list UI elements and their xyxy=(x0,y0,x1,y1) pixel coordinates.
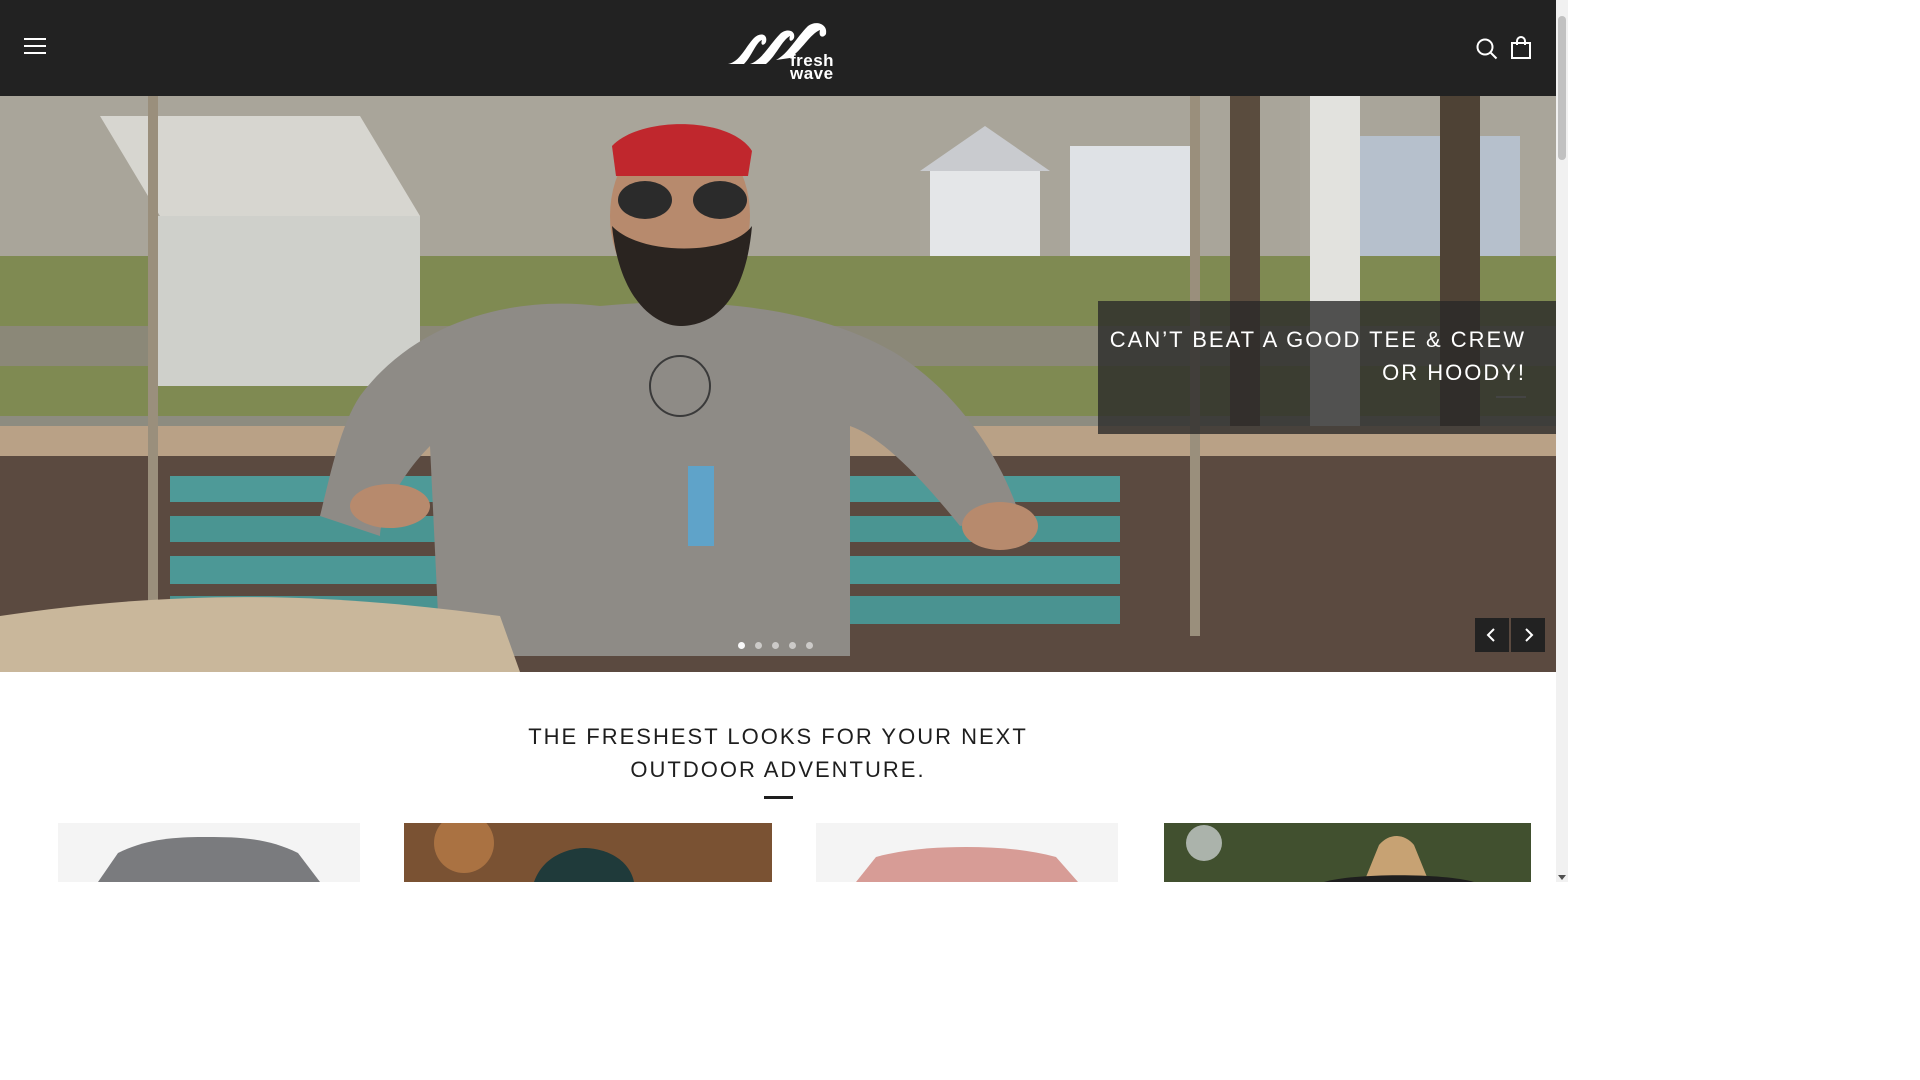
caption-divider xyxy=(1496,396,1526,398)
scroll-down-arrow-icon[interactable] xyxy=(1558,875,1566,880)
hero-caption-box: CAN’T BEAT A GOOD TEE & CREW OR HOODY! xyxy=(1098,301,1556,434)
logo-wordmark: fresh wave xyxy=(790,51,835,83)
wide-brim-hat-image xyxy=(1164,823,1531,882)
page-scrollbar[interactable] xyxy=(1556,0,1568,882)
grey-tee-image xyxy=(98,837,320,882)
slide-dots xyxy=(738,642,813,649)
chevron-left-icon xyxy=(1486,628,1495,642)
pink-tee-image xyxy=(856,847,1078,882)
site-header: fresh wave xyxy=(0,0,1556,96)
vans-cap-image xyxy=(404,823,772,882)
section-title: THE FRESHEST LOOKS FOR YOUR NEXT OUTDOOR… xyxy=(528,724,1028,782)
slide-prev-button[interactable] xyxy=(1475,618,1509,652)
slide-dot-2[interactable] xyxy=(755,642,762,649)
product-card-pink-tee[interactable] xyxy=(816,823,1118,882)
hero-caption: CAN’T BEAT A GOOD TEE & CREW OR HOODY! xyxy=(1109,327,1526,385)
search-icon[interactable] xyxy=(1476,38,1498,60)
slide-dot-5[interactable] xyxy=(806,642,813,649)
hero-slideshow: CAN’T BEAT A GOOD TEE & CREW OR HOODY! xyxy=(0,96,1556,672)
slide-dot-3[interactable] xyxy=(772,642,779,649)
slide-dot-4[interactable] xyxy=(789,642,796,649)
chevron-right-icon xyxy=(1525,628,1534,642)
slide-next-button[interactable] xyxy=(1511,618,1545,652)
slide-dot-1[interactable] xyxy=(738,642,745,649)
product-card-grey-tee[interactable] xyxy=(58,823,360,882)
product-card-vans-cap[interactable] xyxy=(404,823,772,882)
section-title-divider xyxy=(764,796,793,799)
scrollbar-thumb[interactable] xyxy=(1558,16,1566,160)
hamburger-icon[interactable] xyxy=(24,38,46,58)
product-card-wide-brim-hat[interactable] xyxy=(1164,823,1531,882)
shopping-bag-icon[interactable] xyxy=(1510,36,1532,60)
